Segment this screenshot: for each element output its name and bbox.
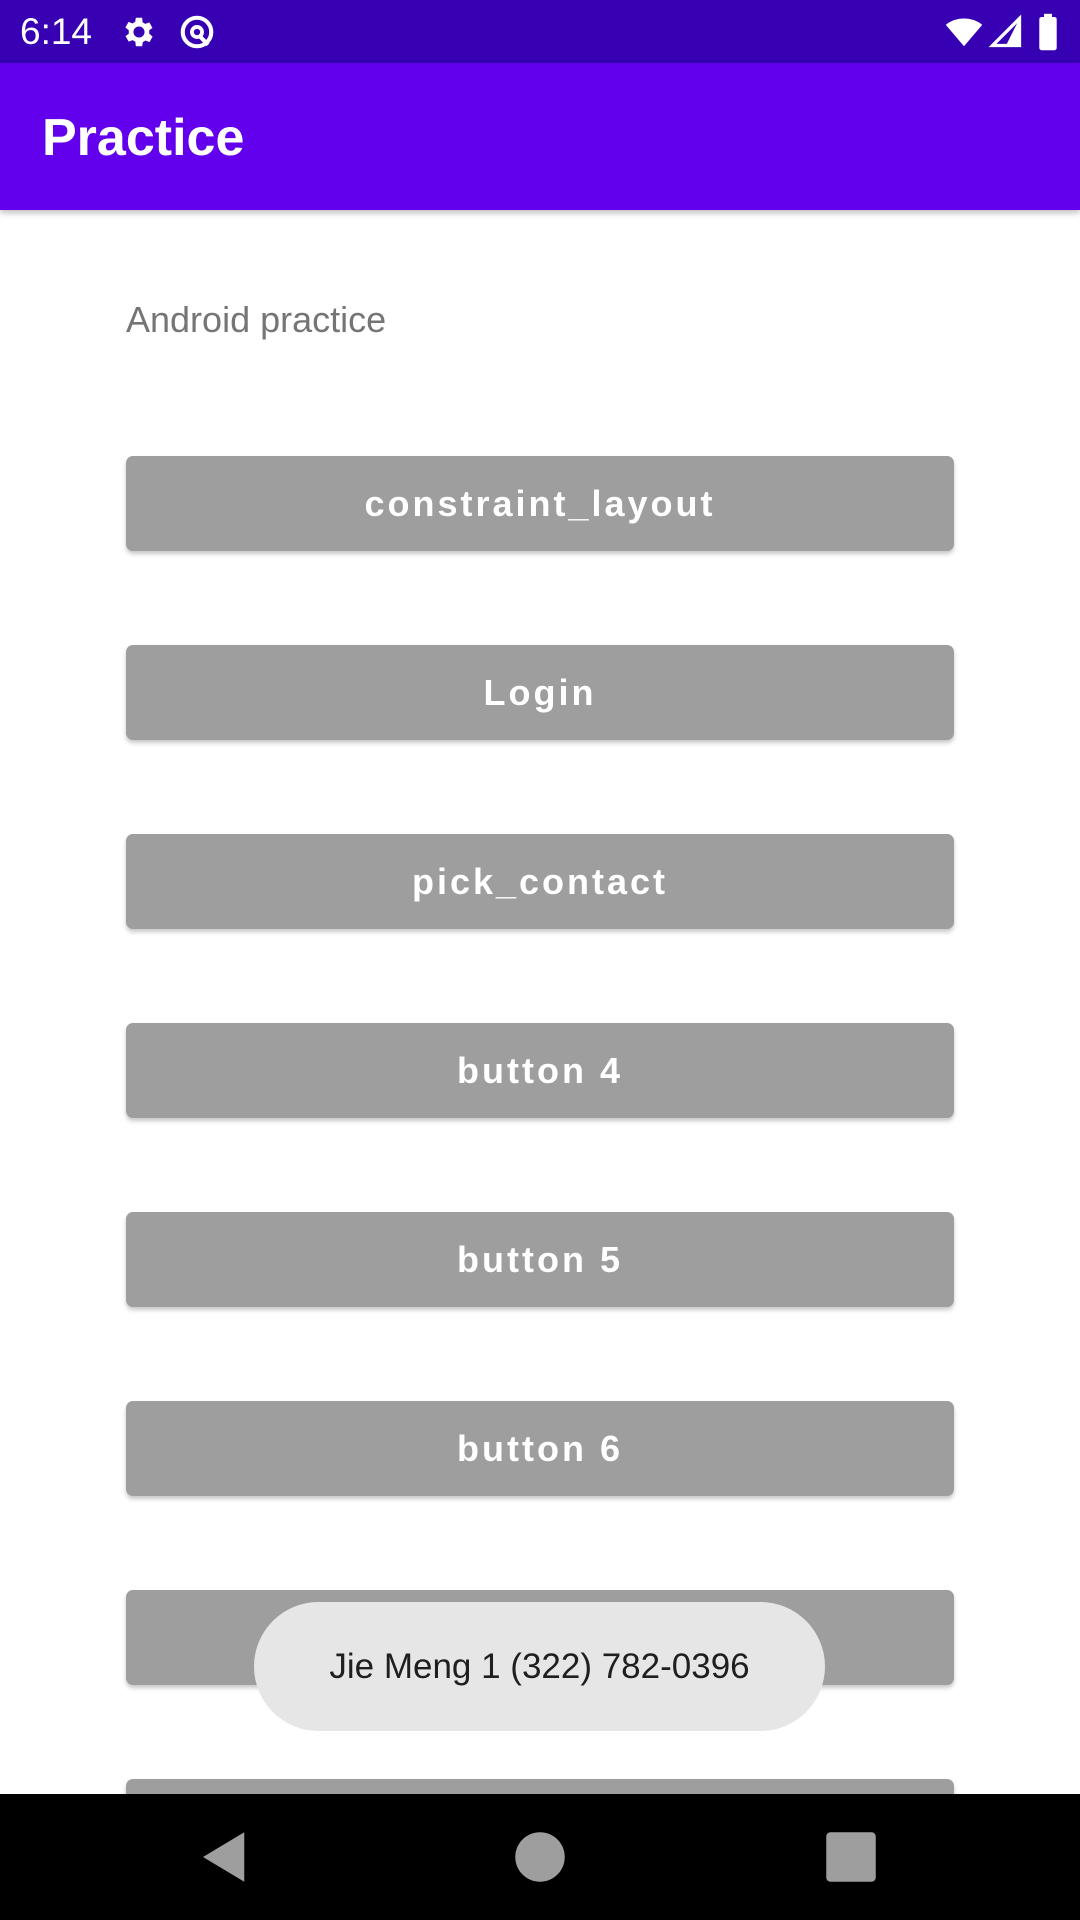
button-5[interactable]: button 5 bbox=[126, 1212, 954, 1307]
button-8-partial[interactable] bbox=[126, 1779, 954, 1794]
pick-contact-button[interactable]: pick_contact bbox=[126, 834, 954, 929]
home-icon[interactable] bbox=[507, 1824, 573, 1890]
navigation-bar bbox=[0, 1794, 1080, 1920]
screen: 6:14 Practice Android practice constrain… bbox=[0, 0, 1080, 1920]
status-time: 6:14 bbox=[20, 11, 93, 52]
constraint-layout-button[interactable]: constraint_layout bbox=[126, 456, 954, 551]
back-icon[interactable] bbox=[192, 1824, 258, 1890]
login-button[interactable]: Login bbox=[126, 645, 954, 740]
gear-icon bbox=[120, 13, 158, 51]
page-subtitle: Android practice bbox=[126, 299, 387, 340]
main-content[interactable]: Android practice constraint_layout Login… bbox=[0, 210, 1080, 1794]
status-bar: 6:14 bbox=[0, 0, 1080, 63]
app-bar: Practice bbox=[0, 63, 1080, 210]
app-title: Practice bbox=[42, 109, 245, 167]
button-4[interactable]: button 4 bbox=[126, 1023, 954, 1118]
at-sign-icon bbox=[178, 13, 216, 51]
recents-icon[interactable] bbox=[818, 1824, 884, 1890]
button-6[interactable]: button 6 bbox=[126, 1401, 954, 1496]
contact-toast: Jie Meng 1 (322) 782-0396 bbox=[254, 1602, 825, 1731]
battery-icon bbox=[1036, 13, 1060, 51]
wifi-icon bbox=[944, 13, 984, 51]
signal-icon bbox=[988, 13, 1024, 51]
